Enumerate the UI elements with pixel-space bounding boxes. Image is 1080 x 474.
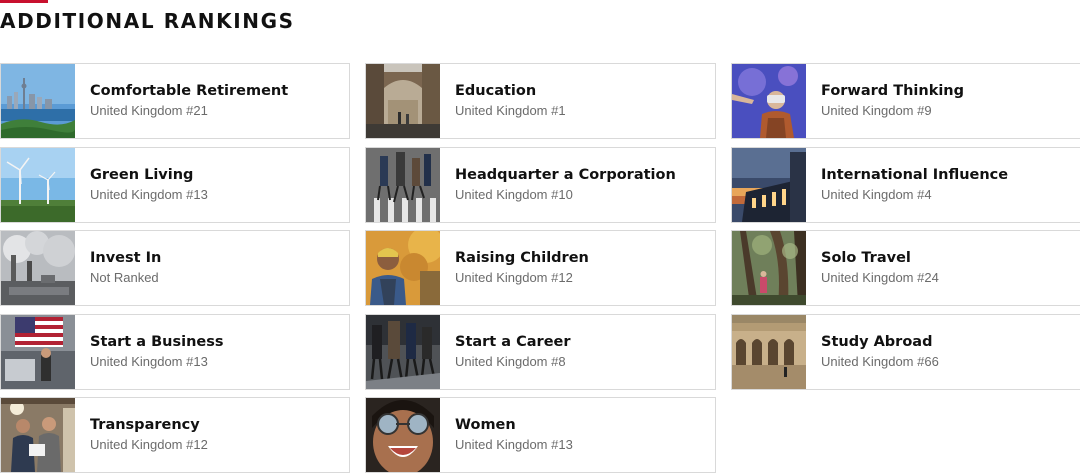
ranking-position: Not Ranked [90, 270, 159, 285]
ranking-card-green-living[interactable]: Green Living United Kingdom #13 [0, 146, 350, 223]
ranking-card-international-influence[interactable]: International Influence United Kingdom #… [731, 146, 1080, 223]
ranking-card-headquarter-a-corporation[interactable]: Headquarter a Corporation United Kingdom… [365, 146, 716, 223]
ranking-title: Raising Children [455, 250, 589, 266]
ranking-position: United Kingdom #13 [90, 186, 208, 202]
ranking-position: United Kingdom #4 [821, 186, 932, 202]
ranking-position: United Kingdom #12 [455, 270, 573, 285]
ranking-card-women[interactable]: Women United Kingdom #13 [365, 397, 716, 473]
ranking-card-forward-thinking[interactable]: Forward Thinking United Kingdom #9 [731, 63, 1080, 139]
ranking-position: United Kingdom #21 [90, 103, 208, 118]
ranking-card-start-a-business[interactable]: Start a Business United Kingdom #13 [0, 313, 350, 390]
ranking-position: United Kingdom #13 [455, 437, 573, 452]
ranking-title: Women [455, 417, 516, 433]
university-colonnade-image [732, 314, 806, 389]
wind-turbines-field-image [1, 147, 75, 222]
industrial-smokestacks-image [1, 231, 75, 305]
ranking-position: United Kingdom #1 [455, 103, 566, 118]
forest-traveler-image [732, 231, 806, 305]
ranking-card-invest-in[interactable]: Invest In Not Ranked [0, 230, 350, 306]
rankings-grid: Comfortable Retirement United Kingdom #2… [0, 63, 1080, 473]
commuters-walking-image [366, 314, 440, 389]
ranking-position: United Kingdom #13 [90, 353, 208, 369]
ranking-title: Start a Business [90, 333, 224, 350]
stone-bridge-archway-image [366, 64, 440, 138]
ranking-position: United Kingdom #9 [821, 103, 932, 118]
ranking-position: United Kingdom #24 [821, 270, 939, 285]
vr-headset-person-image [732, 64, 806, 138]
ranking-title: Solo Travel [821, 250, 911, 266]
ranking-card-comfortable-retirement[interactable]: Comfortable Retirement United Kingdom #2… [0, 63, 350, 139]
city-harbor-skyline-image [1, 64, 75, 138]
modern-building-dusk-image [732, 147, 806, 222]
ranking-position: United Kingdom #12 [90, 437, 208, 452]
ranking-title: Forward Thinking [821, 83, 965, 99]
ranking-title: Green Living [90, 166, 194, 183]
ranking-title: Transparency [90, 417, 200, 433]
ranking-card-solo-travel[interactable]: Solo Travel United Kingdom #24 [731, 230, 1080, 306]
ranking-title: Invest In [90, 250, 162, 266]
ranking-position: United Kingdom #10 [455, 186, 573, 202]
ranking-card-start-a-career[interactable]: Start a Career United Kingdom #8 [365, 313, 716, 390]
ranking-title: International Influence [821, 166, 1009, 183]
ranking-title: Start a Career [455, 333, 571, 350]
woman-mirrored-sunglasses-image [366, 398, 440, 472]
ranking-card-study-abroad[interactable]: Study Abroad United Kingdom #66 [731, 313, 1080, 390]
child-autumn-trees-image [366, 231, 440, 305]
section-title: ADDITIONAL RANKINGS [0, 9, 295, 33]
ranking-title: Comfortable Retirement [90, 83, 289, 99]
ranking-card-education[interactable]: Education United Kingdom #1 [365, 63, 716, 139]
ranking-card-raising-children[interactable]: Raising Children United Kingdom #12 [365, 230, 716, 306]
ranking-title: Education [455, 83, 537, 99]
ranking-position: United Kingdom #66 [821, 353, 939, 369]
american-flag-shop-image [1, 314, 75, 389]
ranking-card-transparency[interactable]: Transparency United Kingdom #12 [0, 397, 350, 473]
ranking-title: Headquarter a Corporation [455, 166, 676, 183]
ranking-position: United Kingdom #8 [455, 353, 566, 369]
ranking-title: Study Abroad [821, 333, 933, 350]
header-accent-bar [0, 0, 48, 3]
pedestrian-crosswalk-image [366, 147, 440, 222]
people-reading-document-image [1, 398, 75, 472]
